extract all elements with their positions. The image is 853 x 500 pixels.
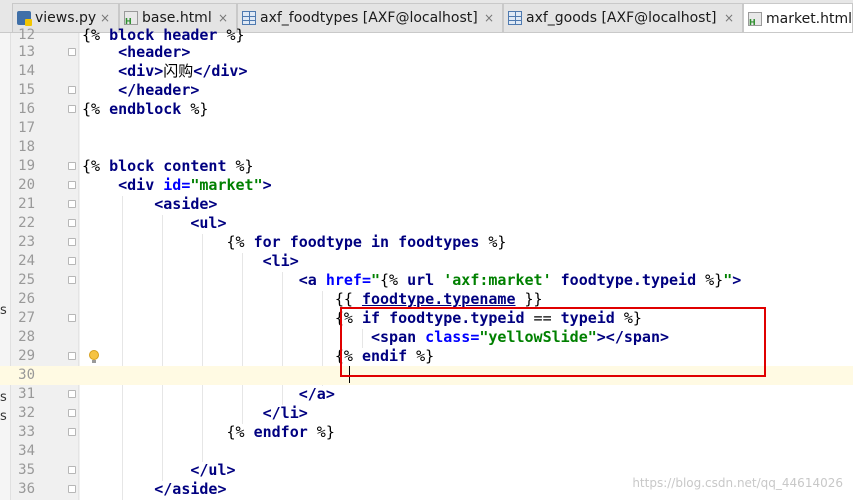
line-number: 25 (18, 272, 35, 288)
code-text[interactable]: {% for foodtype in foodtypes %} (82, 233, 507, 252)
code-text[interactable]: {% block content %} (82, 157, 254, 176)
code-text[interactable]: </header> (82, 81, 199, 100)
code-line[interactable]: 19 {% block content %} (0, 157, 853, 176)
code-text[interactable]: </aside> (82, 480, 226, 499)
fold-marker-icon[interactable] (68, 219, 76, 227)
red-highlight-box (340, 307, 766, 377)
code-line[interactable]: 25 <a href="{% url 'axf:market' foodtype… (0, 271, 853, 290)
line-number: 34 (18, 443, 35, 459)
code-line[interactable]: 13 <header> (0, 43, 853, 62)
fold-marker-icon[interactable] (68, 390, 76, 398)
code-line[interactable]: 15 </header> (0, 81, 853, 100)
code-line[interactable]: 22 <ul> (0, 214, 853, 233)
html-file-icon (124, 11, 138, 26)
code-line[interactable]: 18 (0, 138, 853, 157)
code-line[interactable]: 33 {% endfor %} (0, 423, 853, 442)
table-icon (508, 11, 522, 25)
code-line[interactable]: 24 <li> (0, 252, 853, 271)
code-text[interactable]: {% endfor %} (82, 423, 335, 442)
fold-marker-icon[interactable] (68, 105, 76, 113)
code-text[interactable]: </ul> (82, 461, 235, 480)
line-number: 23 (18, 234, 35, 250)
code-line[interactable]: 31 </a> (0, 385, 853, 404)
line-number: 30 (18, 367, 35, 383)
lightbulb-icon[interactable] (88, 350, 100, 364)
code-line[interactable]: 20 <div id="market"> (0, 176, 853, 195)
tab-label: axf_goods [AXF@localhost] (526, 10, 717, 26)
line-number: 31 (18, 386, 35, 402)
python-file-icon (17, 11, 32, 26)
code-text[interactable]: <aside> (82, 195, 217, 214)
fold-marker-icon[interactable] (68, 428, 76, 436)
line-number: 29 (18, 348, 35, 364)
fold-marker-icon[interactable] (68, 466, 76, 474)
tab-label: market.html (766, 10, 853, 27)
code-text[interactable]: </a> (82, 385, 335, 404)
line-number: 16 (18, 101, 35, 117)
fold-marker-icon[interactable] (68, 48, 76, 56)
fold-marker-icon[interactable] (68, 314, 76, 322)
line-number: 27 (18, 310, 35, 326)
fold-marker-icon[interactable] (68, 86, 76, 94)
line-number: 17 (18, 120, 35, 136)
close-icon[interactable]: × (100, 11, 110, 25)
line-number: 14 (18, 63, 35, 79)
close-icon[interactable]: × (218, 11, 228, 25)
code-line[interactable]: 16 {% endblock %} (0, 100, 853, 119)
code-text[interactable]: <div>闪购</div> (82, 62, 247, 81)
line-number: 15 (18, 82, 35, 98)
line-number: 26 (18, 291, 35, 307)
code-text[interactable]: <li> (82, 252, 299, 271)
lightbulb-base (92, 360, 96, 363)
code-line[interactable]: 17 (0, 119, 853, 138)
code-text[interactable]: <div id="market"> (82, 176, 272, 195)
code-text[interactable]: <a href="{% url 'axf:market' foodtype.ty… (82, 271, 742, 290)
code-line[interactable]: 32 </li> (0, 404, 853, 423)
watermark-text: https://blog.csdn.net/qq_44614026 (632, 476, 843, 490)
line-number: 35 (18, 462, 35, 478)
fold-marker-icon[interactable] (68, 276, 76, 284)
line-number: 13 (18, 44, 35, 60)
code-line[interactable]: 23 {% for foodtype in foodtypes %} (0, 233, 853, 252)
fold-marker-icon[interactable] (68, 257, 76, 265)
code-text[interactable]: <header> (82, 43, 190, 62)
code-text[interactable]: </li> (82, 404, 308, 423)
line-number: 18 (18, 139, 35, 155)
fold-marker-icon[interactable] (68, 200, 76, 208)
fold-marker-icon[interactable] (68, 162, 76, 170)
table-icon (242, 11, 256, 25)
code-line[interactable]: 14 <div>闪购</div> (0, 62, 853, 81)
tab-label: axf_foodtypes [AXF@localhost] (260, 10, 478, 26)
html-file-icon (748, 11, 762, 27)
line-number: 33 (18, 424, 35, 440)
line-number: 22 (18, 215, 35, 231)
code-text[interactable]: {% endblock %} (82, 100, 208, 119)
close-icon[interactable]: × (724, 11, 734, 25)
tab-label: views.py (35, 10, 97, 26)
close-icon[interactable]: × (484, 11, 494, 25)
fold-marker-icon[interactable] (68, 352, 76, 360)
fold-marker-icon[interactable] (68, 181, 76, 189)
code-line[interactable]: 34 (0, 442, 853, 461)
tab-label: base.html (142, 10, 212, 26)
code-text[interactable]: <ul> (82, 214, 226, 233)
line-number: 21 (18, 196, 35, 212)
line-number: 28 (18, 329, 35, 345)
code-line[interactable]: 21 <aside> (0, 195, 853, 214)
lightbulb-glass (89, 350, 99, 360)
line-number: 20 (18, 177, 35, 193)
fold-marker-icon[interactable] (68, 409, 76, 417)
line-number: 32 (18, 405, 35, 421)
fold-marker-icon[interactable] (68, 485, 76, 493)
fold-marker-icon[interactable] (68, 238, 76, 246)
line-number: 19 (18, 158, 35, 174)
line-number: 24 (18, 253, 35, 269)
line-number: 36 (18, 481, 35, 497)
